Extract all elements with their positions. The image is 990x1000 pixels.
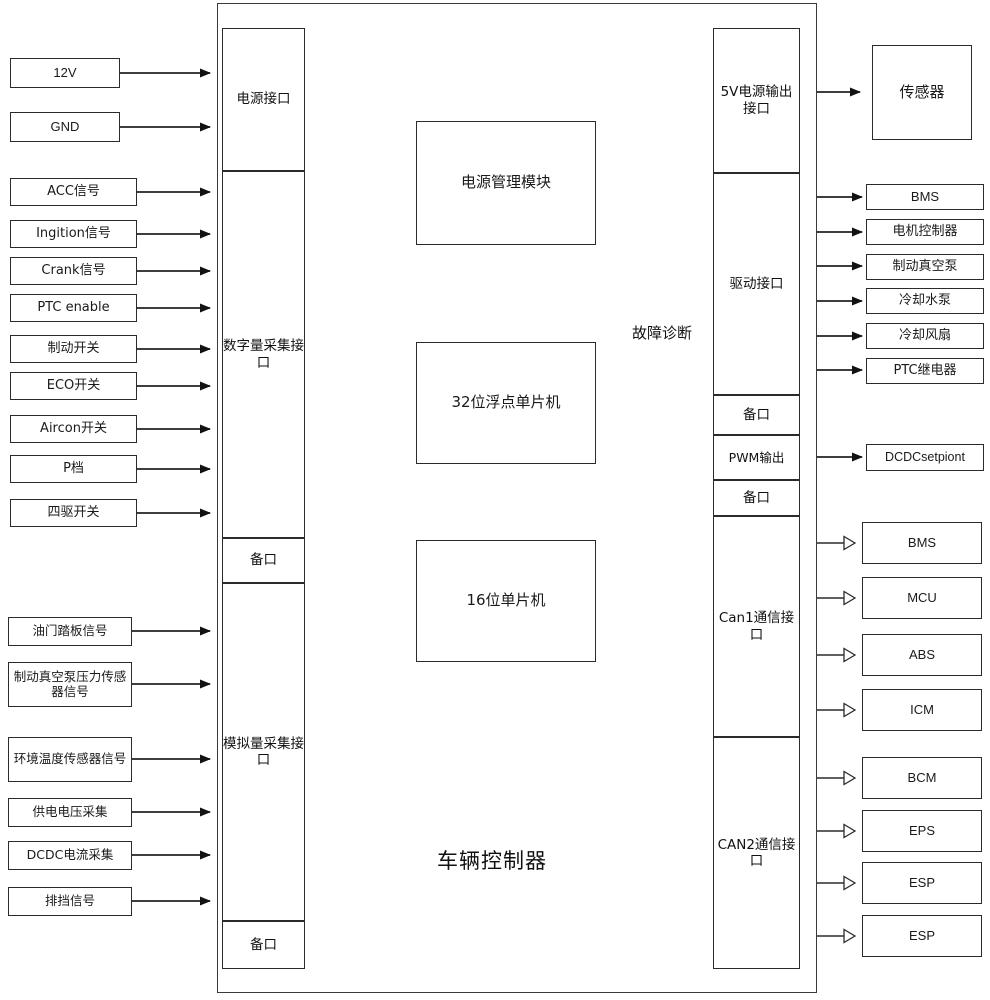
right-port-can1[interactable]: Can1通信接口 — [713, 516, 800, 737]
list-item[interactable]: Ingition信号 — [10, 220, 137, 248]
right-port-drive[interactable]: 驱动接口 — [713, 173, 800, 395]
list-item[interactable]: 环境温度传感器信号 — [8, 737, 132, 782]
output-drive-bms[interactable]: BMS — [866, 184, 984, 210]
mcu-16bit[interactable]: 16位单片机 — [416, 540, 596, 662]
output-pwm-dcdc-setpoint[interactable]: DCDCsetpiont — [866, 444, 984, 471]
right-port-spare-2[interactable]: 备口 — [713, 480, 800, 516]
list-item[interactable]: 制动真空泵压力传感器信号 — [8, 662, 132, 707]
fault-diagnosis-label: 故障诊断 — [632, 324, 693, 342]
list-item[interactable]: 12V — [10, 58, 120, 88]
left-port-spare-2[interactable]: 备口 — [222, 921, 305, 969]
output-drive-cooling-water-pump[interactable]: 冷却水泵 — [866, 288, 984, 314]
output-can2-bcm[interactable]: BCM — [862, 757, 982, 799]
list-item[interactable]: Crank信号 — [10, 257, 137, 285]
output-can1-bms[interactable]: BMS — [862, 522, 982, 564]
list-item[interactable]: 供电电压采集 — [8, 798, 132, 827]
list-item[interactable]: 油门踏板信号 — [8, 617, 132, 646]
power-management-module[interactable]: 电源管理模块 — [416, 121, 596, 245]
list-item[interactable]: 制动开关 — [10, 335, 137, 363]
right-port-5v-power-output[interactable]: 5V电源输出接口 — [713, 28, 800, 173]
diagram-canvas: 车辆控制器 故障诊断 12V GND ACC信号 Ingition信号 Cran… — [0, 0, 990, 1000]
list-item[interactable]: Aircon开关 — [10, 415, 137, 443]
output-drive-ptc-relay[interactable]: PTC继电器 — [866, 358, 984, 384]
list-item[interactable]: P档 — [10, 455, 137, 483]
output-drive-motor-controller[interactable]: 电机控制器 — [866, 219, 984, 245]
output-can1-mcu[interactable]: MCU — [862, 577, 982, 619]
page-title: 车辆控制器 — [437, 849, 547, 873]
list-item[interactable]: 排挡信号 — [8, 887, 132, 916]
right-port-spare-1[interactable]: 备口 — [713, 395, 800, 435]
list-item[interactable]: DCDC电流采集 — [8, 841, 132, 870]
left-port-power[interactable]: 电源接口 — [222, 28, 305, 171]
output-can1-abs[interactable]: ABS — [862, 634, 982, 676]
list-item[interactable]: GND — [10, 112, 120, 142]
left-port-spare-1[interactable]: 备口 — [222, 538, 305, 583]
right-port-pwm-output[interactable]: PWM输出 — [713, 435, 800, 480]
output-can2-esp-1[interactable]: ESP — [862, 862, 982, 904]
output-can2-esp-2[interactable]: ESP — [862, 915, 982, 957]
output-can1-icm[interactable]: ICM — [862, 689, 982, 731]
list-item[interactable]: 四驱开关 — [10, 499, 137, 527]
output-can2-eps[interactable]: EPS — [862, 810, 982, 852]
right-port-can2[interactable]: CAN2通信接口 — [713, 737, 800, 969]
list-item[interactable]: ACC信号 — [10, 178, 137, 206]
output-sensor[interactable]: 传感器 — [872, 45, 972, 140]
output-drive-brake-vacuum-pump[interactable]: 制动真空泵 — [866, 254, 984, 280]
mcu-32bit-float[interactable]: 32位浮点单片机 — [416, 342, 596, 464]
list-item[interactable]: ECO开关 — [10, 372, 137, 400]
output-drive-cooling-fan[interactable]: 冷却风扇 — [866, 323, 984, 349]
list-item[interactable]: PTC enable — [10, 294, 137, 322]
left-port-analog-acquisition[interactable]: 模拟量采集接口 — [222, 583, 305, 921]
left-port-digital-acquisition[interactable]: 数字量采集接口 — [222, 171, 305, 538]
